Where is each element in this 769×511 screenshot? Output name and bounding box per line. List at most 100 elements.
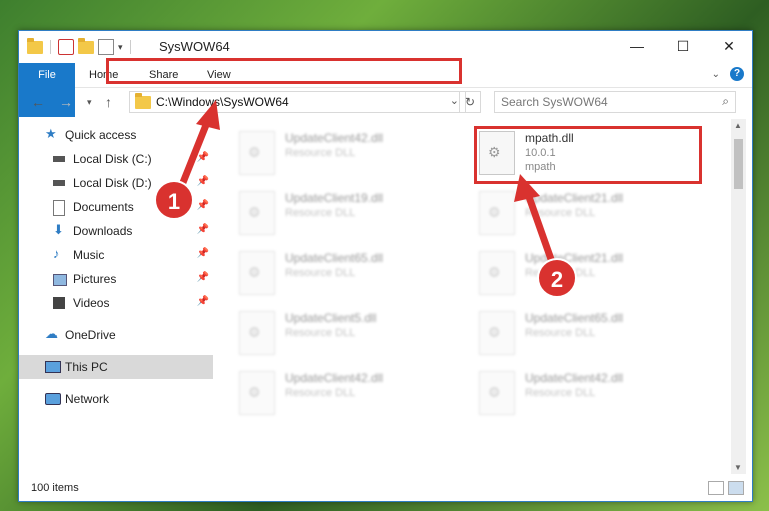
- scroll-down-icon[interactable]: ▼: [734, 463, 742, 472]
- file-name: UpdateClient42.dll: [285, 131, 384, 145]
- file-item[interactable]: ⚙ UpdateClient42.dll Resource DLL: [459, 365, 679, 419]
- file-item[interactable]: ⚙ UpdateClient65.dll Resource DLL: [219, 245, 439, 299]
- back-arrow-icon[interactable]: ←: [31, 94, 45, 110]
- file-item[interactable]: ⚙ UpdateClient42.dll Resource DLL: [219, 365, 439, 419]
- nav-item-downloads[interactable]: ⬇ Downloads 📌: [19, 219, 213, 243]
- nav-item-videos[interactable]: Videos 📌: [19, 291, 213, 315]
- nav-item-local-disk-c[interactable]: Local Disk (C:) 📌: [19, 147, 213, 171]
- maximize-button[interactable]: ☐: [660, 31, 706, 61]
- item-count: 100 items: [31, 482, 79, 494]
- properties-icon[interactable]: [58, 39, 74, 55]
- dll-file-icon: ⚙: [239, 191, 275, 235]
- nav-item-label: Local Disk (D:): [73, 176, 152, 190]
- dll-file-icon: ⚙: [239, 311, 275, 355]
- explorer-window: ▾ SysWOW64 — ☐ ✕ File Home Share View ⌄ …: [18, 30, 753, 502]
- star-icon: ★: [45, 126, 57, 141]
- new-folder-icon[interactable]: [78, 37, 94, 54]
- pin-icon[interactable]: 📌: [197, 152, 209, 163]
- nav-item-label: Documents: [73, 200, 134, 214]
- nav-item-network[interactable]: Network: [19, 387, 213, 411]
- view-switcher: [708, 481, 744, 495]
- step-badge-1: 1: [154, 180, 194, 220]
- forward-arrow-icon[interactable]: →: [59, 94, 73, 110]
- network-icon: [45, 393, 61, 405]
- nav-item-label: This PC: [65, 360, 108, 374]
- file-item[interactable]: ⚙ UpdateClient5.dll Resource DLL: [219, 305, 439, 359]
- dll-file-icon: ⚙: [239, 251, 275, 295]
- window-controls: — ☐ ✕: [614, 31, 752, 61]
- dll-file-icon: ⚙: [479, 371, 515, 415]
- search-placeholder: Search SysWOW64: [501, 95, 608, 109]
- search-input[interactable]: Search SysWOW64 ⌕: [494, 91, 736, 113]
- video-icon: [53, 297, 65, 309]
- folder-icon: [135, 93, 151, 109]
- vertical-scrollbar[interactable]: ▲ ▼: [731, 119, 746, 474]
- file-description: Resource DLL: [285, 207, 356, 219]
- view-options-icon[interactable]: [98, 39, 114, 55]
- file-name: UpdateClient5.dll: [285, 311, 377, 325]
- nav-item-label: Pictures: [73, 272, 117, 286]
- address-bar[interactable]: C:\Windows\SysWOW64 ⌄: [129, 91, 466, 113]
- file-description: Resource DLL: [285, 327, 356, 339]
- chevron-down-icon[interactable]: ⌄: [450, 94, 459, 107]
- divider: [50, 40, 51, 54]
- file-name: UpdateClient65.dll: [525, 311, 624, 325]
- chevron-down-icon[interactable]: ⌄: [712, 69, 720, 80]
- file-description: Resource DLL: [525, 387, 596, 399]
- nav-item-this-pc[interactable]: This PC: [19, 355, 213, 379]
- file-name: UpdateClient42.dll: [285, 371, 384, 385]
- download-icon: ⬇: [53, 222, 64, 237]
- navigation-pane: ★ Quick access Local Disk (C:) 📌 Local D…: [19, 119, 213, 479]
- scroll-up-icon[interactable]: ▲: [734, 121, 742, 130]
- window-title: SysWOW64: [159, 39, 230, 54]
- nav-item-label: Videos: [73, 296, 110, 310]
- pictures-icon: [53, 274, 67, 286]
- address-path[interactable]: C:\Windows\SysWOW64: [156, 95, 289, 109]
- file-name: UpdateClient42.dll: [525, 371, 624, 385]
- refresh-button[interactable]: ↻: [459, 91, 481, 113]
- recent-locations-icon[interactable]: ▾: [87, 97, 92, 108]
- dll-file-icon: ⚙: [239, 131, 275, 175]
- pin-icon[interactable]: 📌: [197, 224, 209, 235]
- large-icons-view-icon[interactable]: [728, 481, 744, 495]
- status-bar: 100 items: [19, 479, 752, 499]
- scrollbar-thumb[interactable]: [734, 139, 743, 189]
- nav-item-label: Network: [65, 392, 110, 406]
- nav-item-quick-access[interactable]: ★ Quick access: [19, 123, 213, 147]
- file-description: Resource DLL: [285, 267, 356, 279]
- pin-icon[interactable]: 📌: [197, 272, 209, 283]
- nav-item-music[interactable]: ♪ Music 📌: [19, 243, 213, 267]
- minimize-button[interactable]: —: [614, 31, 660, 61]
- address-bar-highlight: [106, 58, 462, 84]
- pin-icon[interactable]: 📌: [197, 296, 209, 307]
- close-button[interactable]: ✕: [706, 31, 752, 61]
- drive-icon: [53, 180, 65, 186]
- chevron-down-icon[interactable]: ▾: [118, 42, 123, 53]
- folder-icon[interactable]: [27, 37, 43, 54]
- nav-item-onedrive[interactable]: ☁ OneDrive: [19, 323, 213, 347]
- file-item[interactable]: ⚙ UpdateClient21.dll Resource DLL: [459, 185, 679, 239]
- file-name: UpdateClient19.dll: [285, 191, 384, 205]
- pc-icon: [45, 361, 61, 373]
- pin-icon[interactable]: 📌: [197, 176, 209, 187]
- details-view-icon[interactable]: [708, 481, 724, 495]
- file-item[interactable]: ⚙ UpdateClient19.dll Resource DLL: [219, 185, 439, 239]
- file-description: Resource DLL: [285, 147, 356, 159]
- nav-item-label: Downloads: [73, 224, 133, 238]
- search-icon[interactable]: ⌕: [722, 94, 729, 109]
- dll-file-icon: ⚙: [479, 191, 515, 235]
- file-description: Resource DLL: [525, 327, 596, 339]
- help-icon[interactable]: ?: [730, 67, 744, 81]
- file-description: Resource DLL: [285, 387, 356, 399]
- pin-icon[interactable]: 📌: [197, 248, 209, 259]
- nav-item-label: OneDrive: [65, 328, 116, 342]
- file-item[interactable]: ⚙ UpdateClient42.dll Resource DLL: [219, 125, 439, 179]
- document-icon: [53, 200, 65, 216]
- file-item[interactable]: ⚙ UpdateClient65.dll Resource DLL: [459, 305, 679, 359]
- pin-icon[interactable]: 📌: [197, 200, 209, 211]
- nav-item-pictures[interactable]: Pictures 📌: [19, 267, 213, 291]
- up-arrow-icon[interactable]: ↑: [105, 94, 112, 110]
- step-badge-2: 2: [537, 258, 577, 298]
- nav-item-label: Quick access: [65, 128, 137, 142]
- quick-access-toolbar: ▾: [27, 37, 134, 55]
